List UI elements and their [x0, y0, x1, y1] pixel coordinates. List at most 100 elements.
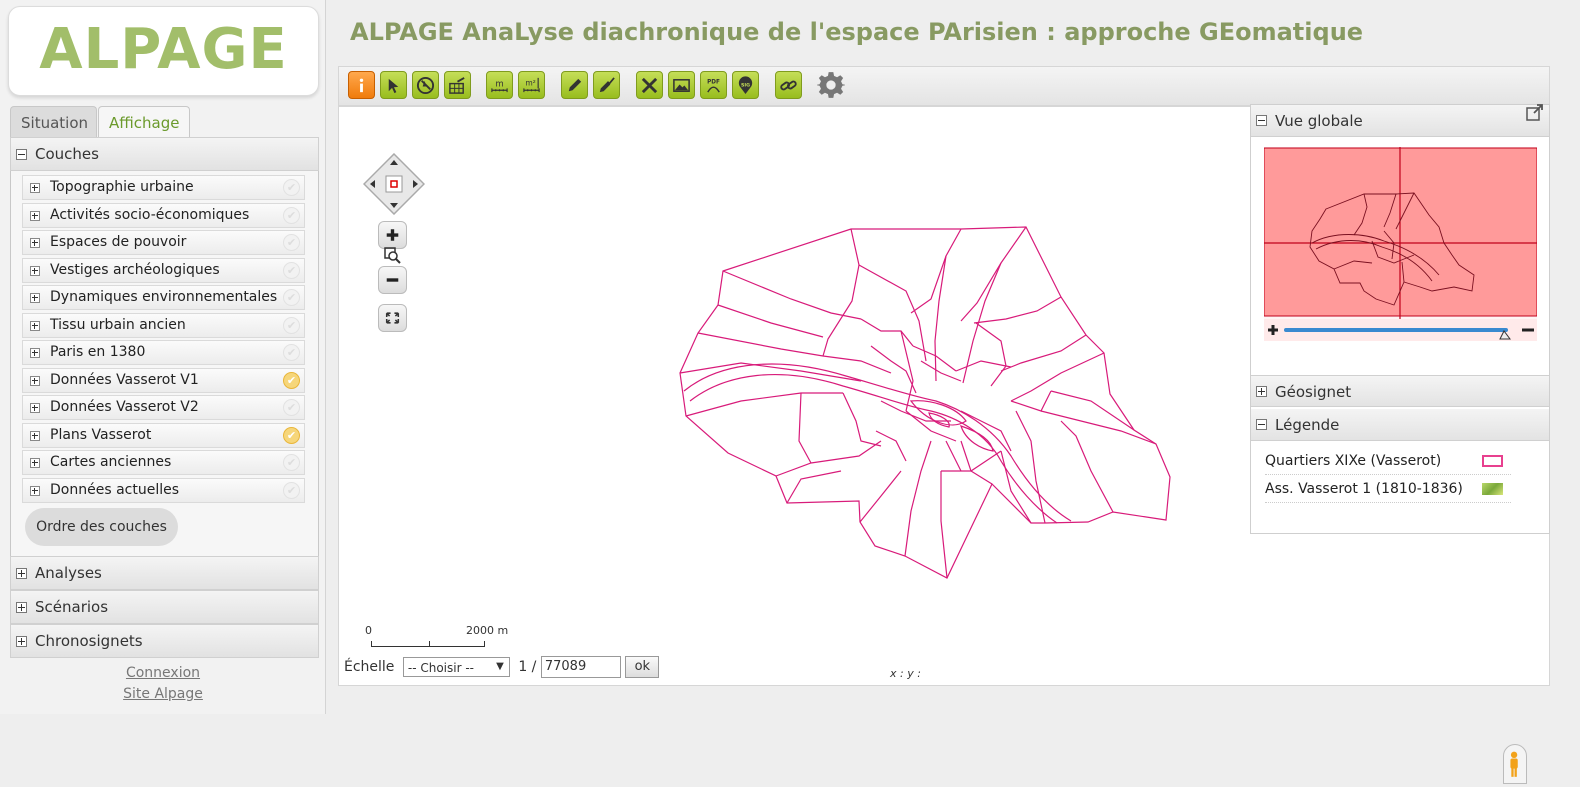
- measure-distance-button[interactable]: m: [486, 71, 513, 99]
- select-button[interactable]: [380, 71, 407, 99]
- expand-icon[interactable]: [30, 348, 40, 358]
- scale-select-value: -- Choisir --: [407, 660, 475, 675]
- collapse-icon: [1256, 115, 1267, 126]
- sig-button[interactable]: SIG: [732, 71, 759, 99]
- checkbox-icon[interactable]: ✔: [283, 317, 300, 334]
- login-link[interactable]: Connexion: [0, 665, 326, 681]
- expand-icon: [1256, 386, 1267, 397]
- svg-text:PDF: PDF: [707, 79, 720, 85]
- tab-situation[interactable]: Situation: [10, 106, 97, 138]
- layer-label: Espaces de pouvoir: [50, 234, 187, 250]
- streetview-pegman[interactable]: [1503, 744, 1527, 784]
- expand-icon[interactable]: [30, 458, 40, 468]
- checkbox-icon[interactable]: ✔: [283, 372, 300, 389]
- vue-globale-label: Vue globale: [1275, 112, 1363, 130]
- layer-order-button[interactable]: Ordre des couches: [25, 508, 178, 546]
- main-area: ALPAGE AnaLyse diachronique de l'espace …: [338, 0, 1580, 784]
- tab-affichage[interactable]: Affichage: [98, 106, 190, 139]
- navigate-button[interactable]: [412, 71, 439, 99]
- checkbox-icon[interactable]: ✔: [283, 399, 300, 416]
- accordion-chronosignets[interactable]: Chronosignets: [10, 624, 319, 658]
- layer-label: Vestiges archéologiques: [50, 262, 220, 278]
- checkbox-icon[interactable]: ✔: [283, 344, 300, 361]
- site-alpage-link[interactable]: Site Alpage: [0, 686, 326, 702]
- layer-item-donnees-actuelles[interactable]: Données actuelles ✔: [22, 478, 305, 503]
- zoom-box-icon: [384, 247, 401, 264]
- info-button[interactable]: [348, 71, 375, 99]
- accordion-vue-globale[interactable]: Vue globale: [1251, 105, 1549, 137]
- accordion-analyses[interactable]: Analyses: [10, 556, 319, 590]
- collapse-icon: [1256, 419, 1267, 430]
- expand-icon[interactable]: [30, 266, 40, 276]
- checkbox-icon[interactable]: ✔: [283, 207, 300, 224]
- layer-item-topographie[interactable]: Topographie urbaine ✔: [22, 175, 305, 200]
- draw-button[interactable]: [561, 71, 588, 99]
- chevron-down-icon: ▼: [496, 661, 504, 672]
- export-pdf-button[interactable]: PDF: [700, 71, 727, 99]
- paris-outline: [679, 226, 1171, 579]
- scale-bar: [371, 641, 485, 647]
- expand-icon[interactable]: [30, 183, 40, 193]
- external-open-icon[interactable]: [1525, 103, 1545, 123]
- scale-ok-button[interactable]: ok: [625, 656, 660, 678]
- measure-area-button[interactable]: m²: [518, 71, 545, 99]
- accordion-couches-label: Couches: [35, 145, 99, 163]
- settings-button[interactable]: [815, 69, 847, 101]
- layer-item-tissu[interactable]: Tissu urbain ancien ✔: [22, 313, 305, 338]
- link-button[interactable]: [775, 71, 802, 99]
- fullscreen-icon: [385, 312, 400, 324]
- overview-map[interactable]: [1264, 147, 1537, 341]
- checkbox-icon[interactable]: ✔: [283, 427, 300, 444]
- accordion-legende[interactable]: Légende: [1251, 409, 1549, 441]
- expand-icon[interactable]: [30, 376, 40, 386]
- expand-icon[interactable]: [30, 211, 40, 221]
- layer-item-paris-1380[interactable]: Paris en 1380 ✔: [22, 340, 305, 365]
- layer-item-activites[interactable]: Activités socio-économiques ✔: [22, 203, 305, 228]
- checkbox-icon[interactable]: ✔: [283, 289, 300, 306]
- measure-grid-button[interactable]: [444, 71, 471, 99]
- expand-icon[interactable]: [30, 321, 40, 331]
- pan-control[interactable]: [363, 153, 425, 215]
- layer-label: Topographie urbaine: [50, 179, 194, 195]
- export-image-button[interactable]: [668, 71, 695, 99]
- layer-item-cartes-anciennes[interactable]: Cartes anciennes ✔: [22, 450, 305, 475]
- layer-label: Paris en 1380: [50, 344, 146, 360]
- checkbox-icon[interactable]: ✔: [283, 262, 300, 279]
- checkbox-icon[interactable]: ✔: [283, 234, 300, 251]
- scale-bar-max: 2000 m: [466, 624, 509, 637]
- accordion-couches[interactable]: Couches: [10, 137, 319, 171]
- accordion-geosignet[interactable]: Géosignet: [1251, 375, 1549, 407]
- accordion-scenarios[interactable]: Scénarios: [10, 590, 319, 624]
- logo-text: ALPAGE: [39, 17, 288, 82]
- legende-label: Légende: [1275, 416, 1340, 434]
- full-extent-button[interactable]: [378, 304, 407, 332]
- layer-item-vasserot-v1[interactable]: Données Vasserot V1 ✔: [22, 368, 305, 393]
- layer-item-vasserot-v2[interactable]: Données Vasserot V2 ✔: [22, 395, 305, 420]
- expand-icon[interactable]: [30, 403, 40, 413]
- link-icon: [780, 80, 797, 90]
- layer-item-dynamiques[interactable]: Dynamiques environnementales ✔: [22, 285, 305, 310]
- scale-value-input[interactable]: 77089: [540, 656, 621, 678]
- layer-label: Données Vasserot V1: [50, 372, 199, 388]
- validate-edit-button[interactable]: [593, 71, 620, 99]
- zoom-out-button[interactable]: [378, 266, 407, 294]
- layer-label: Activités socio-économiques: [50, 207, 250, 223]
- checkbox-icon[interactable]: ✔: [283, 454, 300, 471]
- info-icon: [359, 78, 364, 92]
- checkbox-icon[interactable]: ✔: [283, 179, 300, 196]
- expand-icon[interactable]: [30, 238, 40, 248]
- expand-icon[interactable]: [30, 293, 40, 303]
- expand-icon[interactable]: [30, 486, 40, 496]
- layer-item-espaces[interactable]: Espaces de pouvoir ✔: [22, 230, 305, 255]
- select-arrow-icon: [388, 78, 399, 93]
- expand-icon: [16, 602, 27, 613]
- layer-label: Plans Vasserot: [50, 427, 152, 443]
- zoom-box-button[interactable]: [378, 244, 407, 266]
- expand-icon[interactable]: [30, 431, 40, 441]
- layer-item-vestiges[interactable]: Vestiges archéologiques ✔: [22, 258, 305, 283]
- export-excel-button[interactable]: [636, 71, 663, 99]
- scale-select[interactable]: -- Choisir -- ▼: [402, 657, 510, 677]
- checkbox-icon[interactable]: ✔: [283, 482, 300, 499]
- app-title: ALPAGE AnaLyse diachronique de l'espace …: [350, 18, 1364, 46]
- layer-item-plans-vasserot[interactable]: Plans Vasserot ✔: [22, 423, 305, 448]
